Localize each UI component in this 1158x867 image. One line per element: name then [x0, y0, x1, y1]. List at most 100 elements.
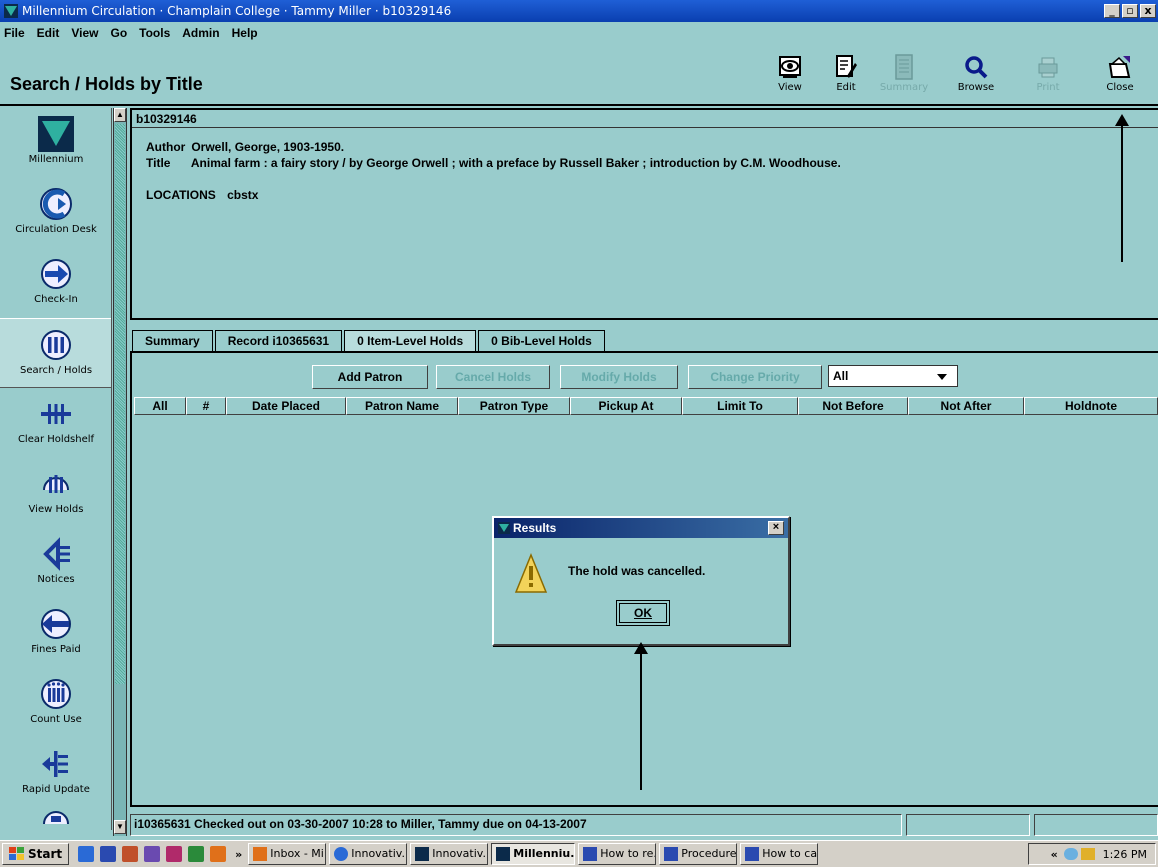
toolbar-view-label: View [778, 82, 802, 93]
nav-item-check-in[interactable]: Check-In [0, 248, 111, 318]
quick-launch-powerpoint-icon[interactable] [122, 846, 139, 862]
close-window-button[interactable]: x [1140, 4, 1156, 18]
menu-go[interactable]: Go [110, 26, 127, 40]
clock[interactable]: 1:26 PM [1103, 848, 1147, 861]
nav-item-label: View Holds [28, 504, 84, 515]
scroll-up-arrow[interactable]: ▲ [114, 108, 126, 122]
close-folder-icon [1108, 56, 1131, 78]
nav-item-circulation-desk[interactable]: Circulation Desk [0, 178, 111, 248]
maximize-button[interactable]: ▫ [1122, 4, 1138, 18]
task-label: How to re... [600, 847, 655, 860]
start-button[interactable]: Start [2, 843, 70, 865]
tab-summary[interactable]: Summary [132, 330, 213, 352]
filter-value: All [833, 369, 849, 383]
toolbar-close-button[interactable]: Close [1092, 52, 1148, 93]
nav-item-clear-holdshelf[interactable]: Clear Holdshelf [0, 388, 111, 458]
menu-view[interactable]: View [71, 26, 98, 40]
tab-strip: Summary Record i10365631 0 Item-Level Ho… [132, 330, 607, 352]
nav-item-rapid-update[interactable]: Rapid Update [0, 738, 111, 808]
menu-file[interactable]: File [4, 26, 25, 40]
toolbar-summary-button[interactable]: Summary [876, 52, 932, 93]
task-label: How to ca... [762, 847, 818, 860]
nav-item-view-holds[interactable]: View Holds [0, 458, 111, 528]
nav-item-fines-paid[interactable]: Fines Paid [0, 598, 111, 668]
view-holds-icon [43, 475, 69, 493]
quick-launch-publisher-icon[interactable] [144, 846, 161, 862]
column-not-after[interactable]: Not After [908, 397, 1024, 415]
cancel-holds-button[interactable]: Cancel Holds [436, 365, 550, 389]
tray-expand-chevron[interactable]: « [1051, 848, 1058, 861]
column-not-before[interactable]: Not Before [798, 397, 908, 415]
dialog-title: Results [513, 521, 557, 535]
tab-item-level-holds[interactable]: 0 Item-Level Holds [344, 330, 477, 352]
task-button-innovative[interactable]: Innovativ... [410, 843, 489, 865]
task-button-procedure[interactable]: Procedure... [659, 843, 738, 865]
toolbar-close-label: Close [1106, 82, 1134, 93]
column-pickup-at[interactable]: Pickup At [570, 397, 682, 415]
dialog-close-button[interactable]: × [768, 521, 784, 535]
column-limit-to[interactable]: Limit To [682, 397, 798, 415]
millennium-logo-icon [38, 116, 74, 152]
task-button-inbox[interactable]: Inbox - Mi... [248, 843, 327, 865]
holds-filter-select[interactable]: All [828, 365, 958, 387]
scroll-thumb[interactable] [115, 124, 125, 684]
column-date-placed[interactable]: Date Placed [226, 397, 346, 415]
column-holdnote[interactable]: Holdnote [1024, 397, 1158, 415]
quick-launch-word-icon[interactable] [100, 846, 117, 862]
column-patron-type[interactable]: Patron Type [458, 397, 570, 415]
nav-item-partial[interactable] [0, 808, 111, 828]
toolbar-browse-button[interactable]: Browse [948, 52, 1004, 93]
minimize-button[interactable]: _ [1104, 4, 1120, 18]
nav-item-label: Millennium [28, 154, 84, 165]
quick-launch-ie-icon[interactable] [78, 846, 95, 862]
modify-holds-button[interactable]: Modify Holds [560, 365, 678, 389]
nav-item-search-holds[interactable]: Search / Holds [0, 318, 111, 388]
column-patron-name[interactable]: Patron Name [346, 397, 458, 415]
dialog-title-bar[interactable]: Results × [494, 518, 788, 538]
menu-admin[interactable]: Admin [182, 26, 219, 40]
status-bar: i10365631 Checked out on 03-30-2007 10:2… [130, 814, 1158, 836]
tab-record[interactable]: Record i10365631 [214, 330, 343, 352]
left-navigation: Millennium Circulation Desk Check-In Sea… [0, 108, 112, 830]
nav-scrollbar[interactable]: ▲ ▼ [113, 108, 127, 836]
author-value: Orwell, George, 1903-1950. [191, 140, 345, 154]
task-button-millennium[interactable]: Millenniu... [491, 843, 576, 865]
task-button-innovative-ie[interactable]: Innovativ... [329, 843, 408, 865]
title-value: Animal farm : a fairy story / by George … [190, 156, 841, 170]
millennium-icon [496, 847, 511, 861]
task-button-how-to-re[interactable]: How to re... [578, 843, 657, 865]
warning-icon [514, 553, 548, 593]
windows-logo-icon [9, 847, 24, 860]
status-field-2 [906, 814, 1030, 836]
column-number[interactable]: # [186, 397, 226, 415]
tab-bib-level-holds[interactable]: 0 Bib-Level Holds [478, 330, 605, 352]
task-button-how-to-ca[interactable]: How to ca... [740, 843, 819, 865]
menu-edit[interactable]: Edit [37, 26, 60, 40]
tray-app-icon[interactable] [1080, 848, 1095, 860]
toolbar-view-button[interactable]: View [762, 52, 818, 93]
ok-button[interactable]: OK [616, 600, 670, 626]
window-title-bar[interactable]: Millennium Circulation · Champlain Colle… [0, 0, 1158, 22]
quick-launch-access-icon[interactable] [166, 846, 183, 862]
locations-label: LOCATIONS [146, 188, 216, 202]
quick-launch-outlook-icon[interactable] [210, 846, 227, 862]
change-priority-button[interactable]: Change Priority [688, 365, 822, 389]
toolbar-edit-button[interactable]: Edit [818, 52, 874, 93]
bib-title-row: Title Animal farm : a fairy story / by G… [146, 156, 841, 170]
toolbar-print-button[interactable]: Print [1020, 52, 1076, 93]
column-all[interactable]: All [134, 397, 186, 415]
network-icon[interactable] [1063, 848, 1078, 860]
add-patron-button[interactable]: Add Patron [312, 365, 428, 389]
scroll-down-arrow[interactable]: ▼ [114, 820, 126, 834]
menu-tools[interactable]: Tools [139, 26, 170, 40]
quick-launch-overflow[interactable]: » [235, 848, 242, 861]
quick-launch-excel-icon[interactable] [188, 846, 205, 862]
nav-item-notices[interactable]: Notices [0, 528, 111, 598]
nav-item-count-use[interactable]: Count Use [0, 668, 111, 738]
partial-nav-icon [43, 811, 69, 824]
nav-item-label: Check-In [34, 294, 78, 305]
divider [132, 127, 1158, 128]
menu-help[interactable]: Help [232, 26, 258, 40]
nav-item-millennium[interactable]: Millennium [0, 108, 111, 178]
window-title: Millennium Circulation · Champlain Colle… [22, 4, 452, 18]
